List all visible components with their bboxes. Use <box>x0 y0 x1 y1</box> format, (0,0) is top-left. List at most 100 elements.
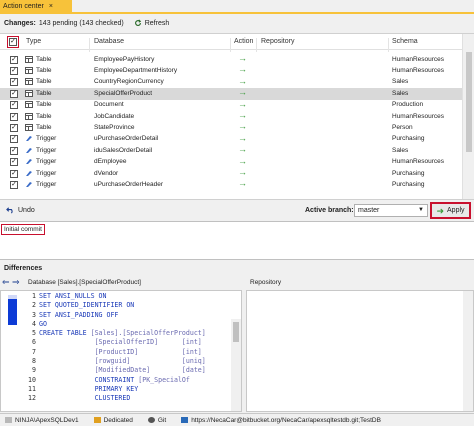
table-row[interactable]: ✓ Trigger uPurchaseOrderHeader → Purchasing <box>0 179 462 190</box>
code-token: CONSTRAINT <box>39 375 139 384</box>
branch-select[interactable]: master ▼ <box>354 204 428 217</box>
table-row[interactable]: ✓ Trigger dEmployee → HumanResources <box>0 156 462 168</box>
repository-script-pane[interactable] <box>246 290 474 412</box>
table-row[interactable]: ✓ Trigger dVendor → Purchasing <box>0 168 462 179</box>
left-pane-scrollbar[interactable] <box>231 319 241 411</box>
row-name: StateProvince <box>94 123 135 131</box>
row-checkbox[interactable]: ✓ <box>10 66 18 75</box>
code-token: [Sales].[SpecialOfferProduct] <box>90 329 206 338</box>
col-schema[interactable]: Schema <box>392 38 418 45</box>
row-checkbox[interactable]: ✓ <box>10 123 18 132</box>
line-number: 3 <box>32 310 36 319</box>
table-icon <box>25 55 33 63</box>
table-icon <box>25 112 33 120</box>
row-action-arrow-icon[interactable]: → <box>238 99 247 108</box>
row-action-arrow-icon[interactable]: → <box>238 65 247 74</box>
col-type[interactable]: Type <box>26 38 41 45</box>
code-token: SET ANSI_PADDING OFF <box>39 310 119 319</box>
code-token: SET QUOTED_IDENTIFIER ON <box>39 301 135 310</box>
status-bar: NINJA\ApexSQLDev1 Dedicated Git https://… <box>0 413 474 426</box>
row-schema: Production <box>392 101 424 109</box>
code-token: [SpecialOfferID] [int] <box>39 338 202 347</box>
changes-summary: 143 pending (143 checked) <box>38 19 124 27</box>
row-name: SpecialOfferProduct <box>94 89 153 97</box>
row-name: iduSalesOrderDetail <box>94 146 153 154</box>
code-line: 10 CONSTRAINT [PK_SpecialOf <box>26 376 206 385</box>
grid-scroll-thumb[interactable] <box>466 52 472 152</box>
commit-message-input[interactable]: Initial commit <box>0 221 474 260</box>
row-checkbox[interactable]: ✓ <box>10 135 18 144</box>
row-type: Trigger <box>36 135 57 143</box>
refresh-button[interactable]: Refresh <box>134 19 169 27</box>
row-type-icon <box>25 123 33 133</box>
right-pane-scrollbar[interactable] <box>463 291 473 411</box>
table-row[interactable]: ✓ Table Document → Production <box>0 99 462 111</box>
changes-grid: ✓ Type Database Action Repository Schema… <box>0 33 474 200</box>
row-action-arrow-icon[interactable]: → <box>238 168 247 177</box>
line-number: 4 <box>32 319 36 328</box>
grid-scrollbar[interactable] <box>462 34 474 199</box>
tab-action-center[interactable]: Action center × <box>0 0 72 13</box>
row-schema: Purchasing <box>392 135 425 143</box>
col-repository[interactable]: Repository <box>261 38 294 45</box>
row-action-arrow-icon[interactable]: → <box>238 111 247 120</box>
row-checkbox[interactable]: ✓ <box>10 169 18 178</box>
table-row[interactable]: ✓ Table JobCandidate → HumanResources <box>0 111 462 122</box>
close-icon[interactable]: × <box>49 3 53 10</box>
trigger-icon <box>26 147 32 153</box>
row-checkbox[interactable]: ✓ <box>10 101 18 110</box>
row-schema: HumanResources <box>392 112 445 120</box>
status-url: https://NecaCar@bitbucket.org/NecaCar/ap… <box>181 417 381 424</box>
row-checkbox[interactable]: ✓ <box>10 55 18 64</box>
left-pane-scroll-thumb[interactable] <box>233 322 239 342</box>
row-checkbox[interactable]: ✓ <box>10 78 18 87</box>
table-row[interactable]: ✓ Table EmployeePayHistory → HumanResources <box>0 54 462 65</box>
row-type-icon <box>25 78 33 87</box>
table-row[interactable]: ✓ Table CountryRegionCurrency → Sales <box>0 76 462 88</box>
table-row[interactable]: ✓ Table EmployeeDepartmentHistory → HumanRes… <box>0 65 462 76</box>
chevron-down-icon: ▼ <box>418 207 424 213</box>
code-token: PRIMARY KEY <box>39 384 139 393</box>
table-row[interactable]: ✓ Table StateProvince → Person <box>0 122 462 133</box>
status-server-text: NINJA\ApexSQLDev1 <box>15 416 79 424</box>
commit-message-text: Initial commit <box>1 224 45 235</box>
row-checkbox[interactable]: ✓ <box>10 146 18 155</box>
code-token: [rowguid] [uniq] <box>39 357 206 366</box>
row-checkbox[interactable]: ✓ <box>10 89 18 98</box>
row-action-arrow-icon[interactable]: → <box>238 145 247 154</box>
select-all-checkbox[interactable]: ✓ <box>7 36 19 48</box>
code-line: 2 SET QUOTED_IDENTIFIER ON <box>26 301 206 310</box>
row-action-arrow-icon[interactable]: → <box>238 54 247 63</box>
row-checkbox[interactable]: ✓ <box>10 158 18 167</box>
row-action-arrow-icon[interactable]: → <box>238 133 247 142</box>
row-checkbox[interactable]: ✓ <box>10 180 18 189</box>
diff-nav-arrows-icon[interactable]: ⇐ ⇒ <box>2 278 20 287</box>
table-row[interactable]: ✓ Trigger uPurchaseOrderDetail → Purchasing <box>0 133 462 145</box>
row-type-icon <box>25 181 33 190</box>
tab-title: Action center <box>3 3 44 10</box>
table-icon <box>25 66 33 74</box>
row-type: Table <box>36 66 52 74</box>
col-action[interactable]: Action <box>234 38 253 45</box>
row-action-arrow-icon[interactable]: → <box>238 156 247 165</box>
row-action-arrow-icon[interactable]: → <box>238 88 247 97</box>
row-name: uPurchaseOrderDetail <box>94 135 159 143</box>
code-token: [ModifiedDate] [date] <box>39 366 206 375</box>
line-number: 5 <box>32 329 36 338</box>
apply-button[interactable]: ➜ Apply <box>430 202 471 219</box>
code-line: 12 CLUSTERED <box>26 394 206 403</box>
database-script-pane[interactable]: 1 SET ANSI_NULLS ON 2 SET QUOTED_IDENTIFIER… <box>0 290 242 412</box>
row-type-icon <box>25 147 33 156</box>
row-action-arrow-icon[interactable]: → <box>238 76 247 85</box>
refresh-icon <box>134 19 141 26</box>
undo-button[interactable]: Undo <box>6 206 35 214</box>
table-row[interactable]: ✓ Trigger iduSalesOrderDetail → Sales <box>0 145 462 156</box>
col-database[interactable]: Database <box>94 38 124 45</box>
row-type: Table <box>36 89 52 97</box>
table-row[interactable]: ✓ Table SpecialOfferProduct → Sales <box>0 88 462 100</box>
right-pane-title: Repository <box>250 279 282 286</box>
code-line: 5 CREATE TABLE [Sales].[SpecialOfferProdu… <box>26 329 206 338</box>
row-action-arrow-icon[interactable]: → <box>238 179 247 188</box>
row-checkbox[interactable]: ✓ <box>10 112 18 121</box>
row-action-arrow-icon[interactable]: → <box>238 122 247 131</box>
